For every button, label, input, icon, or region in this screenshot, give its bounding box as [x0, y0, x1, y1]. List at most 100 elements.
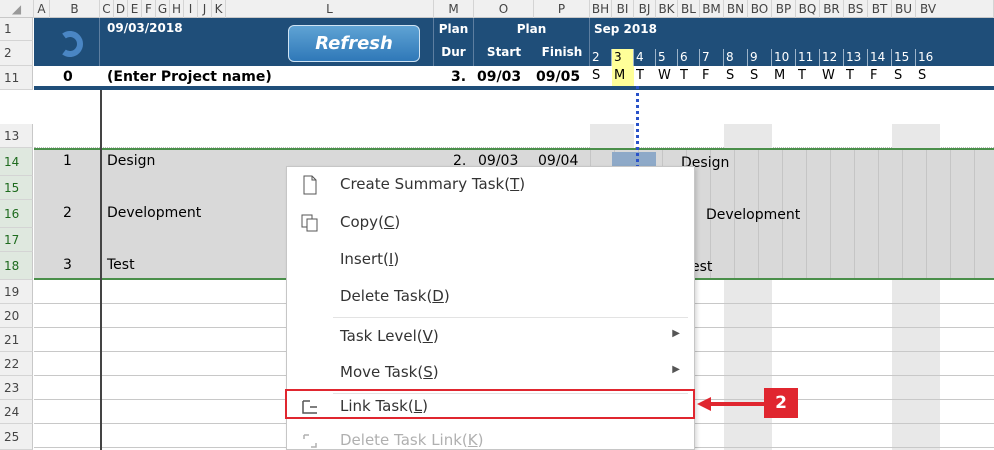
project-finish: 09/05 [536, 69, 581, 85]
row-header-15[interactable]: 15 [0, 176, 33, 200]
row-header-16[interactable]: 16 [0, 200, 33, 228]
col-header-br[interactable]: BR [820, 0, 844, 18]
task-name[interactable]: Test [107, 257, 135, 273]
menu-item-copy[interactable]: Copy(C) [287, 207, 694, 239]
menu-label: Create Summary Task [340, 175, 505, 193]
day-15: 15 [892, 49, 916, 66]
menu-accel-key: S [423, 363, 433, 381]
col-header-i[interactable]: I [184, 0, 198, 18]
header-plan-group: Plan Start Finish [474, 18, 590, 66]
highlight-box [285, 389, 695, 419]
menu-item-delete-task[interactable]: Delete Task(D) [287, 281, 694, 313]
row-header-17[interactable]: 17 [0, 228, 33, 252]
col-header-d[interactable]: D [114, 0, 128, 18]
weekday-today: M [612, 66, 634, 86]
col-header-bm[interactable]: BM [700, 0, 724, 18]
row-header-19[interactable]: 19 [0, 280, 33, 304]
row-header-14[interactable]: 14 [0, 148, 33, 176]
menu-item-task-level[interactable]: Task Level(V) ▶ [287, 321, 694, 353]
plan-dur-line2: Dur [441, 45, 466, 59]
task-name[interactable]: Design [107, 153, 155, 169]
unlink-icon [303, 434, 317, 448]
row-header-2[interactable]: 2 [0, 41, 33, 66]
row-header-22[interactable]: 22 [0, 352, 33, 376]
col-header-l[interactable]: L [226, 0, 434, 18]
col-header-k[interactable]: K [212, 0, 226, 18]
menu-accel-key: V [422, 327, 433, 345]
col-header-bh[interactable]: BH [590, 0, 612, 18]
weekday: S [894, 68, 903, 83]
row-header-1[interactable]: 1 [0, 18, 33, 41]
row-header-20[interactable]: 20 [0, 304, 33, 328]
task-id: 3 [63, 257, 72, 273]
menu-item-insert[interactable]: Insert(I) [287, 244, 694, 276]
project-start: 09/03 [477, 69, 522, 85]
weekday: S [750, 68, 759, 83]
col-header-g[interactable]: G [156, 0, 170, 18]
col-header-bt[interactable]: BT [868, 0, 892, 18]
day-13: 13 [844, 49, 868, 66]
row-header-11[interactable]: 11 [0, 66, 33, 90]
weekday: F [870, 68, 878, 83]
weekday: S [592, 68, 601, 83]
undo-arrow-icon [62, 31, 83, 57]
col-header-bj[interactable]: BJ [634, 0, 656, 18]
menu-accel-key: C [383, 213, 395, 231]
arrow-left-icon [697, 397, 765, 411]
row-header-13[interactable]: 13 [0, 124, 33, 148]
row-header-24[interactable]: 24 [0, 400, 33, 424]
month-label: Sep 2018 [594, 22, 657, 36]
task-name[interactable]: Development [107, 205, 201, 221]
col-header-bk[interactable]: BK [656, 0, 678, 18]
step-callout-badge: 2 [764, 388, 798, 418]
day-16: 16 [918, 50, 934, 64]
menu-item-create-summary-task[interactable]: Create Summary Task(T) [287, 169, 694, 201]
col-header-f[interactable]: F [142, 0, 156, 18]
col-header-bi[interactable]: BI [612, 0, 634, 18]
column-header-bar: ◢ A B C D E F G H I J K L M O P BH BI BJ… [0, 0, 994, 18]
project-name[interactable]: (Enter Project name) [107, 69, 272, 85]
col-header-b[interactable]: B [50, 0, 100, 18]
weekday: T [636, 68, 644, 83]
menu-accel-key: T [510, 175, 520, 193]
menu-label: Delete Task Link [340, 431, 462, 449]
weekday: T [798, 68, 806, 83]
col-header-bo[interactable]: BO [748, 0, 772, 18]
row-header-23[interactable]: 23 [0, 376, 33, 400]
col-header-h[interactable]: H [170, 0, 184, 18]
menu-item-move-task[interactable]: Move Task(S) ▶ [287, 357, 694, 389]
menu-item-delete-task-link[interactable]: Delete Task Link(K) [287, 425, 694, 450]
col-header-a[interactable]: A [34, 0, 50, 18]
col-header-bs[interactable]: BS [844, 0, 868, 18]
col-header-e[interactable]: E [128, 0, 142, 18]
select-all-corner[interactable]: ◢ [0, 0, 34, 18]
project-duration: 3. [451, 69, 467, 85]
day-5: 5 [656, 49, 678, 66]
header-logo-cell [34, 18, 100, 66]
day-10: 10 [772, 49, 796, 66]
weekday: W [822, 68, 835, 83]
col-header-bu[interactable]: BU [892, 0, 916, 18]
col-header-bl[interactable]: BL [678, 0, 700, 18]
col-header-c[interactable]: C [100, 0, 114, 18]
col-header-bv[interactable]: BV [916, 0, 994, 18]
col-header-bp[interactable]: BP [772, 0, 796, 18]
task-id: 2 [63, 205, 72, 221]
weekday: M [774, 68, 786, 83]
row-header-21[interactable]: 21 [0, 328, 33, 352]
col-header-bn[interactable]: BN [724, 0, 748, 18]
col-header-bq[interactable]: BQ [796, 0, 820, 18]
row-header-18[interactable]: 18 [0, 252, 33, 280]
row-header-25[interactable]: 25 [0, 424, 33, 450]
col-header-m[interactable]: M [434, 0, 474, 18]
weekday: F [702, 68, 710, 83]
col-header-p[interactable]: P [534, 0, 590, 18]
col-header-o[interactable]: O [474, 0, 534, 18]
day-9: 9 [748, 49, 772, 66]
refresh-button[interactable]: Refresh [288, 25, 420, 62]
task-id: 1 [63, 153, 72, 169]
col-header-j[interactable]: J [198, 0, 212, 18]
menu-label: Insert [340, 250, 384, 268]
empty-row-13[interactable] [34, 124, 994, 148]
plan-finish-label: Finish [541, 45, 583, 59]
